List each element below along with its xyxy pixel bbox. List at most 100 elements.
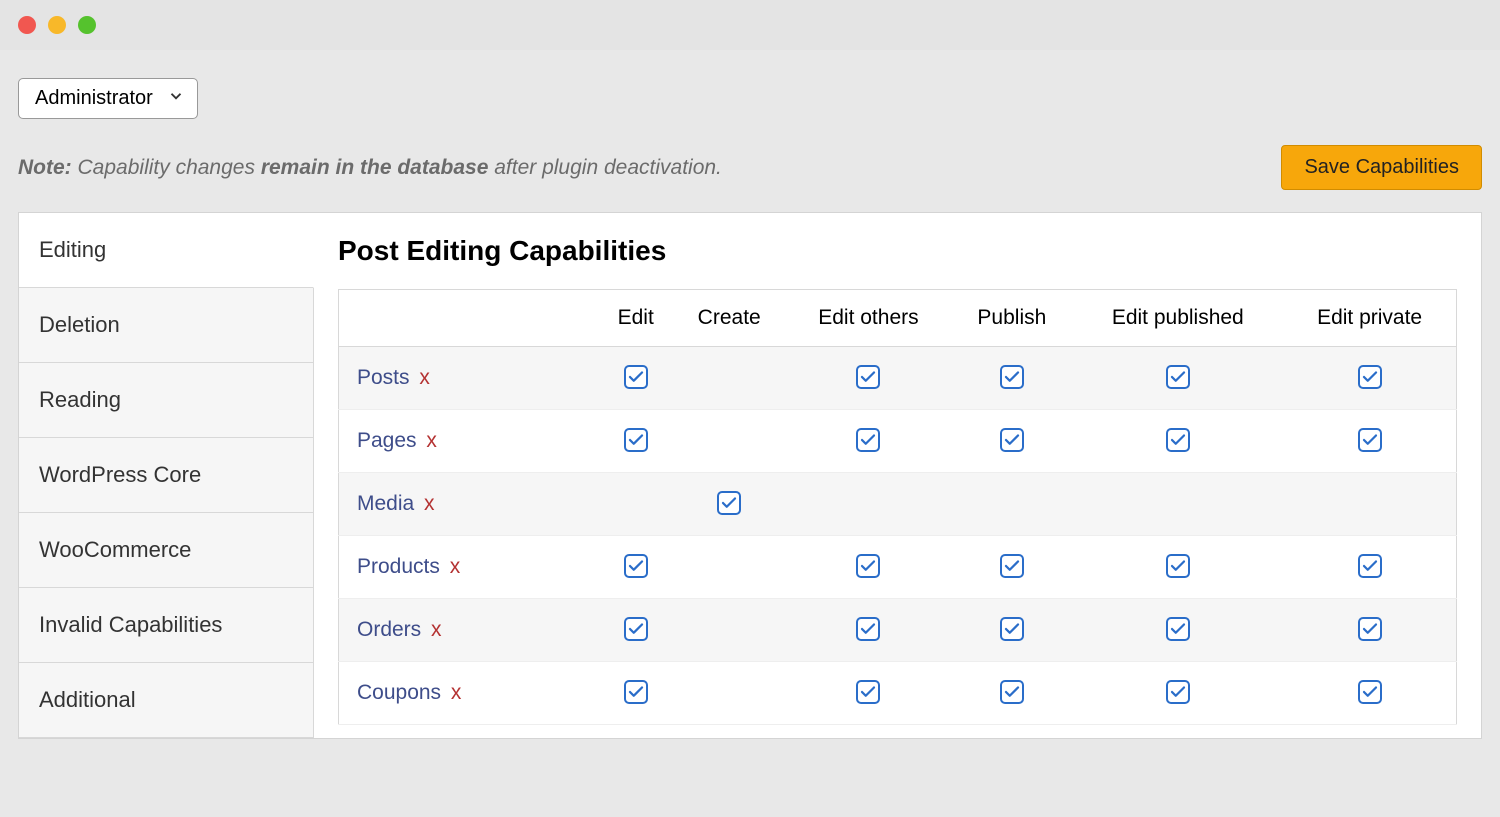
tab-reading[interactable]: Reading bbox=[19, 363, 314, 438]
capability-cell bbox=[1072, 599, 1283, 662]
capability-cell bbox=[673, 662, 786, 725]
col-header: Edit published bbox=[1072, 290, 1283, 347]
capability-checkbox[interactable] bbox=[1000, 428, 1024, 452]
capability-checkbox[interactable] bbox=[624, 365, 648, 389]
capability-checkbox[interactable] bbox=[624, 428, 648, 452]
remove-row-icon[interactable]: x bbox=[421, 429, 437, 452]
capability-cell bbox=[1072, 662, 1283, 725]
capability-checkbox[interactable] bbox=[624, 680, 648, 704]
capability-cell bbox=[951, 473, 1072, 536]
capabilities-table: EditCreateEdit othersPublishEdit publish… bbox=[338, 289, 1457, 725]
note-text: Note: Capability changes remain in the d… bbox=[18, 156, 722, 180]
capability-checkbox[interactable] bbox=[1166, 554, 1190, 578]
col-header: Create bbox=[673, 290, 786, 347]
row-label-cell: Media x bbox=[339, 473, 599, 536]
capability-cell bbox=[1072, 473, 1283, 536]
capability-checkbox[interactable] bbox=[1166, 617, 1190, 641]
row-type-link[interactable]: Media bbox=[357, 492, 414, 515]
table-row: Posts x bbox=[339, 347, 1457, 410]
capability-checkbox[interactable] bbox=[624, 617, 648, 641]
remove-row-icon[interactable]: x bbox=[418, 492, 434, 515]
note-bold: remain in the database bbox=[261, 156, 489, 179]
capability-checkbox[interactable] bbox=[1166, 365, 1190, 389]
remove-row-icon[interactable]: x bbox=[444, 555, 460, 578]
capability-cell bbox=[951, 347, 1072, 410]
capability-cell bbox=[786, 347, 952, 410]
capability-checkbox[interactable] bbox=[1358, 617, 1382, 641]
row-type-link[interactable]: Posts bbox=[357, 366, 410, 389]
tab-invalid-capabilities[interactable]: Invalid Capabilities bbox=[19, 588, 314, 663]
capability-checkbox[interactable] bbox=[1166, 680, 1190, 704]
capability-cell bbox=[1283, 662, 1456, 725]
capability-cell bbox=[951, 599, 1072, 662]
capability-cell bbox=[786, 662, 952, 725]
capabilities-content: Post Editing Capabilities EditCreateEdit… bbox=[314, 213, 1481, 738]
capability-checkbox[interactable] bbox=[1358, 554, 1382, 578]
minimize-window-button[interactable] bbox=[48, 16, 66, 34]
tab-deletion[interactable]: Deletion bbox=[19, 288, 314, 363]
capability-cell bbox=[786, 599, 952, 662]
capability-cell bbox=[599, 599, 673, 662]
capability-checkbox[interactable] bbox=[856, 680, 880, 704]
row-label-cell: Pages x bbox=[339, 410, 599, 473]
capability-cell bbox=[786, 410, 952, 473]
remove-row-icon[interactable]: x bbox=[445, 681, 461, 704]
capability-checkbox[interactable] bbox=[856, 428, 880, 452]
capability-cell bbox=[673, 473, 786, 536]
capability-cell bbox=[673, 410, 786, 473]
capability-checkbox[interactable] bbox=[1358, 365, 1382, 389]
tab-additional[interactable]: Additional bbox=[19, 663, 314, 738]
note-prefix: Note: bbox=[18, 156, 72, 179]
capability-checkbox[interactable] bbox=[1358, 680, 1382, 704]
capability-checkbox[interactable] bbox=[1000, 365, 1024, 389]
row-type-link[interactable]: Coupons bbox=[357, 681, 441, 704]
close-window-button[interactable] bbox=[18, 16, 36, 34]
row-label-cell: Posts x bbox=[339, 347, 599, 410]
capability-checkbox[interactable] bbox=[1000, 554, 1024, 578]
role-select[interactable]: Administrator bbox=[18, 78, 198, 119]
remove-row-icon[interactable]: x bbox=[414, 366, 430, 389]
capability-cell bbox=[786, 473, 952, 536]
row-label-cell: Orders x bbox=[339, 599, 599, 662]
capability-cell bbox=[673, 536, 786, 599]
capability-cell bbox=[1283, 599, 1456, 662]
row-label-cell: Products x bbox=[339, 536, 599, 599]
capability-checkbox[interactable] bbox=[717, 491, 741, 515]
remove-row-icon[interactable]: x bbox=[425, 618, 441, 641]
role-select-value: Administrator bbox=[35, 87, 153, 110]
capability-cell bbox=[599, 536, 673, 599]
capability-checkbox[interactable] bbox=[1000, 680, 1024, 704]
tab-woocommerce[interactable]: WooCommerce bbox=[19, 513, 314, 588]
note-row: Note: Capability changes remain in the d… bbox=[0, 127, 1500, 190]
tab-editing[interactable]: Editing bbox=[19, 213, 314, 288]
col-header-blank bbox=[339, 290, 599, 347]
capability-cell bbox=[673, 347, 786, 410]
save-capabilities-button[interactable]: Save Capabilities bbox=[1281, 145, 1482, 190]
capability-cell bbox=[1283, 410, 1456, 473]
row-type-link[interactable]: Products bbox=[357, 555, 440, 578]
table-row: Coupons x bbox=[339, 662, 1457, 725]
tab-wordpress-core[interactable]: WordPress Core bbox=[19, 438, 314, 513]
capability-checkbox[interactable] bbox=[1000, 617, 1024, 641]
col-header: Edit bbox=[599, 290, 673, 347]
capability-checkbox[interactable] bbox=[856, 365, 880, 389]
capability-checkbox[interactable] bbox=[856, 617, 880, 641]
capability-cell bbox=[1283, 347, 1456, 410]
maximize-window-button[interactable] bbox=[78, 16, 96, 34]
role-toolbar: Administrator bbox=[0, 50, 1500, 127]
col-header: Edit others bbox=[786, 290, 952, 347]
capability-cell bbox=[951, 536, 1072, 599]
chevron-down-icon bbox=[167, 87, 185, 111]
capability-cell bbox=[786, 536, 952, 599]
capability-checkbox[interactable] bbox=[1166, 428, 1190, 452]
row-type-link[interactable]: Pages bbox=[357, 429, 417, 452]
row-type-link[interactable]: Orders bbox=[357, 618, 421, 641]
col-header: Edit private bbox=[1283, 290, 1456, 347]
capability-cell bbox=[599, 662, 673, 725]
capability-cell bbox=[673, 599, 786, 662]
capability-checkbox[interactable] bbox=[1358, 428, 1382, 452]
tabs-sidebar: EditingDeletionReadingWordPress CoreWooC… bbox=[19, 213, 314, 738]
capability-cell bbox=[1072, 536, 1283, 599]
capability-checkbox[interactable] bbox=[856, 554, 880, 578]
capability-checkbox[interactable] bbox=[624, 554, 648, 578]
